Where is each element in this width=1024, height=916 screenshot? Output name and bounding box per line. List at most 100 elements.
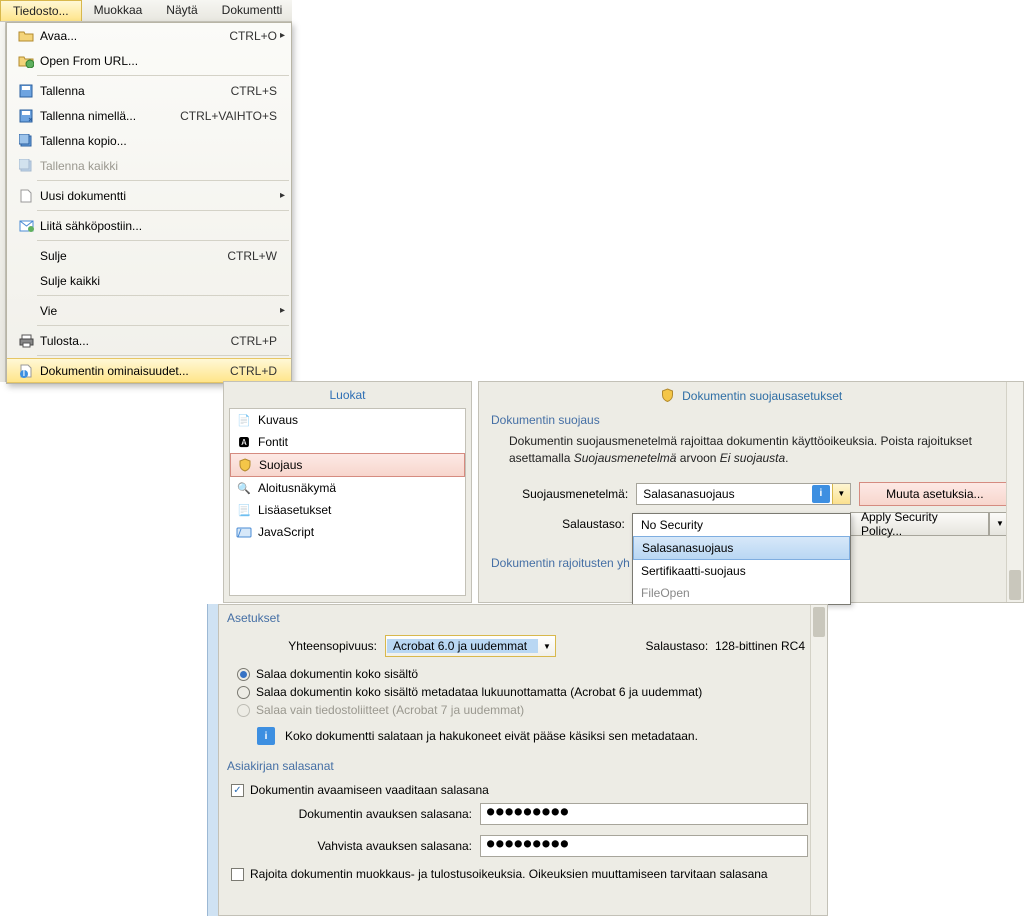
category-label: Suojaus: [259, 458, 302, 472]
menu-open-label: Avaa...: [37, 29, 229, 43]
menu-email-label: Liitä sähköpostiin...: [37, 219, 283, 233]
compat-select[interactable]: Acrobat 6.0 ja uudemmat ▼: [385, 635, 556, 657]
radio-label: Salaa dokumentin koko sisältö: [256, 667, 418, 681]
security-method-options: No Security Salasanasuojaus Sertifikaatt…: [632, 513, 851, 605]
radio-encrypt-attachments: Salaa vain tiedostoliitteet (Acrobat 7 j…: [237, 703, 819, 717]
menu-save[interactable]: Tallenna CTRL+S: [7, 78, 291, 103]
separator: [37, 240, 289, 241]
menu-email[interactable]: Liitä sähköpostiin...: [7, 213, 291, 238]
scroll-thumb[interactable]: [1009, 570, 1021, 600]
menu-export[interactable]: Vie ▸: [7, 298, 291, 323]
menu-close-all[interactable]: Sulje kaikki: [7, 268, 291, 293]
checkbox-icon: ✓: [231, 784, 244, 797]
checkbox-label: Rajoita dokumentin muokkaus- ja tulostus…: [250, 867, 768, 881]
radio-encrypt-all[interactable]: Salaa dokumentin koko sisältö: [237, 667, 819, 681]
radio-encrypt-except-meta[interactable]: Salaa dokumentin koko sisältö metadataa …: [237, 685, 819, 699]
category-security[interactable]: Suojaus: [230, 453, 465, 477]
menu-print[interactable]: Tulosta... CTRL+P: [7, 328, 291, 353]
save-all-icon: [15, 159, 37, 173]
menu-save-label: Tallenna: [37, 84, 231, 98]
save-as-icon: [15, 109, 37, 123]
change-settings-label: Muuta asetuksia...: [886, 487, 983, 501]
security-method-value: Salasanasuojaus: [637, 487, 812, 501]
info-icon: i: [257, 727, 275, 745]
checkbox-require-open-password[interactable]: ✓ Dokumentin avaamiseen vaaditaan salasa…: [231, 783, 819, 797]
chevron-down-icon[interactable]: ▼: [832, 484, 850, 504]
menu-close-shortcut: CTRL+W: [227, 249, 283, 263]
option-password[interactable]: Salasanasuojaus: [633, 536, 850, 560]
separator: [37, 75, 289, 76]
info-text: Koko dokumentti salataan ja hakukoneet e…: [285, 729, 698, 743]
category-javascript[interactable]: JavaScript: [230, 521, 465, 543]
submenu-arrow-icon: ▸: [280, 30, 285, 41]
category-label: JavaScript: [258, 525, 314, 539]
scrollbar[interactable]: [810, 605, 827, 915]
separator: [37, 355, 289, 356]
font-icon: 🅰: [236, 434, 252, 450]
menu-close-label: Sulje: [37, 249, 227, 263]
separator: [37, 180, 289, 181]
radio-label: Salaa dokumentin koko sisältö metadataa …: [256, 685, 702, 699]
category-advanced[interactable]: 📃Lisäasetukset: [230, 499, 465, 521]
folder-globe-icon: [15, 54, 37, 68]
menu-save-as[interactable]: Tallenna nimellä... CTRL+VAIHTO+S: [7, 103, 291, 128]
security-group-label: Dokumentin suojaus: [491, 413, 1011, 427]
checkbox-restrict-edit[interactable]: Rajoita dokumentin muokkaus- ja tulostus…: [231, 867, 819, 881]
category-label: Aloitusnäkymä: [258, 481, 336, 495]
menu-document[interactable]: Dokumentti: [210, 0, 295, 21]
option-fileopen[interactable]: FileOpen: [633, 582, 850, 604]
menu-doc-properties-shortcut: CTRL+D: [230, 364, 283, 378]
menu-open[interactable]: Avaa... CTRL+O ▸: [7, 23, 291, 48]
menu-print-label: Tulosta...: [37, 334, 231, 348]
category-fonts[interactable]: 🅰 Fontit: [230, 431, 465, 453]
settings-dialog: Asetukset Yhteensopivuus: Acrobat 6.0 ja…: [218, 604, 828, 916]
radio-icon: [237, 668, 250, 681]
menu-close[interactable]: Sulje CTRL+W: [7, 243, 291, 268]
menu-save-copy-label: Tallenna kopio...: [37, 134, 283, 148]
scrollbar[interactable]: [1006, 382, 1023, 602]
mail-icon: [15, 220, 37, 232]
magnifier-icon: 🔍: [236, 480, 252, 496]
security-method-select[interactable]: Salasanasuojaus i ▼: [636, 483, 851, 505]
radio-label: Salaa vain tiedostoliitteet (Acrobat 7 j…: [256, 703, 524, 717]
change-settings-button[interactable]: Muuta asetuksia...: [859, 482, 1011, 506]
category-description[interactable]: 📄 Kuvaus: [230, 409, 465, 431]
chevron-down-icon[interactable]: ▼: [539, 642, 555, 651]
category-label: Fontit: [258, 435, 288, 449]
separator: [37, 295, 289, 296]
menu-save-all: Tallenna kaikki: [7, 153, 291, 178]
confirm-password-input[interactable]: ●●●●●●●●●: [480, 835, 808, 857]
category-label: Lisäasetukset: [258, 503, 331, 517]
menu-open-url[interactable]: Open From URL...: [7, 48, 291, 73]
option-certificate[interactable]: Sertifikaatti-suojaus: [633, 560, 850, 582]
page-info-icon: 📄: [236, 412, 252, 428]
menu-edit[interactable]: Muokkaa: [82, 0, 155, 21]
file-dropdown: Avaa... CTRL+O ▸ Open From URL... Tallen…: [6, 22, 292, 384]
menu-save-as-shortcut: CTRL+VAIHTO+S: [180, 109, 283, 123]
menu-open-shortcut: CTRL+O: [229, 29, 283, 43]
security-method-label: Suojausmenetelmä:: [491, 487, 628, 501]
menu-save-all-label: Tallenna kaikki: [37, 159, 283, 173]
compat-value: Acrobat 6.0 ja uudemmat: [387, 639, 538, 653]
categories-title: Luokat: [224, 382, 471, 408]
scroll-thumb[interactable]: [813, 607, 825, 637]
menu-save-shortcut: CTRL+S: [231, 84, 283, 98]
radio-icon: [237, 704, 250, 717]
page-icon: [15, 189, 37, 203]
menu-close-all-label: Sulje kaikki: [37, 274, 283, 288]
menu-doc-properties[interactable]: i Dokumentin ominaisuudet... CTRL+D: [7, 358, 291, 383]
menu-file[interactable]: Tiedosto...: [0, 0, 82, 21]
menu-save-copy[interactable]: Tallenna kopio...: [7, 128, 291, 153]
separator: [37, 210, 289, 211]
menu-export-label: Vie: [37, 304, 283, 318]
info-icon: i: [812, 485, 830, 503]
encryption-level-label: Salaustaso:: [491, 517, 625, 531]
option-no-security[interactable]: No Security: [633, 514, 850, 536]
apply-policy-button[interactable]: Apply Security Policy...: [850, 512, 989, 536]
open-password-input[interactable]: ●●●●●●●●●: [480, 803, 808, 825]
category-label: Kuvaus: [258, 413, 298, 427]
menu-new-doc[interactable]: Uusi dokumentti ▸: [7, 183, 291, 208]
menu-view[interactable]: Näytä: [154, 0, 209, 21]
category-initial-view[interactable]: 🔍 Aloitusnäkymä: [230, 477, 465, 499]
script-icon: [236, 524, 252, 540]
